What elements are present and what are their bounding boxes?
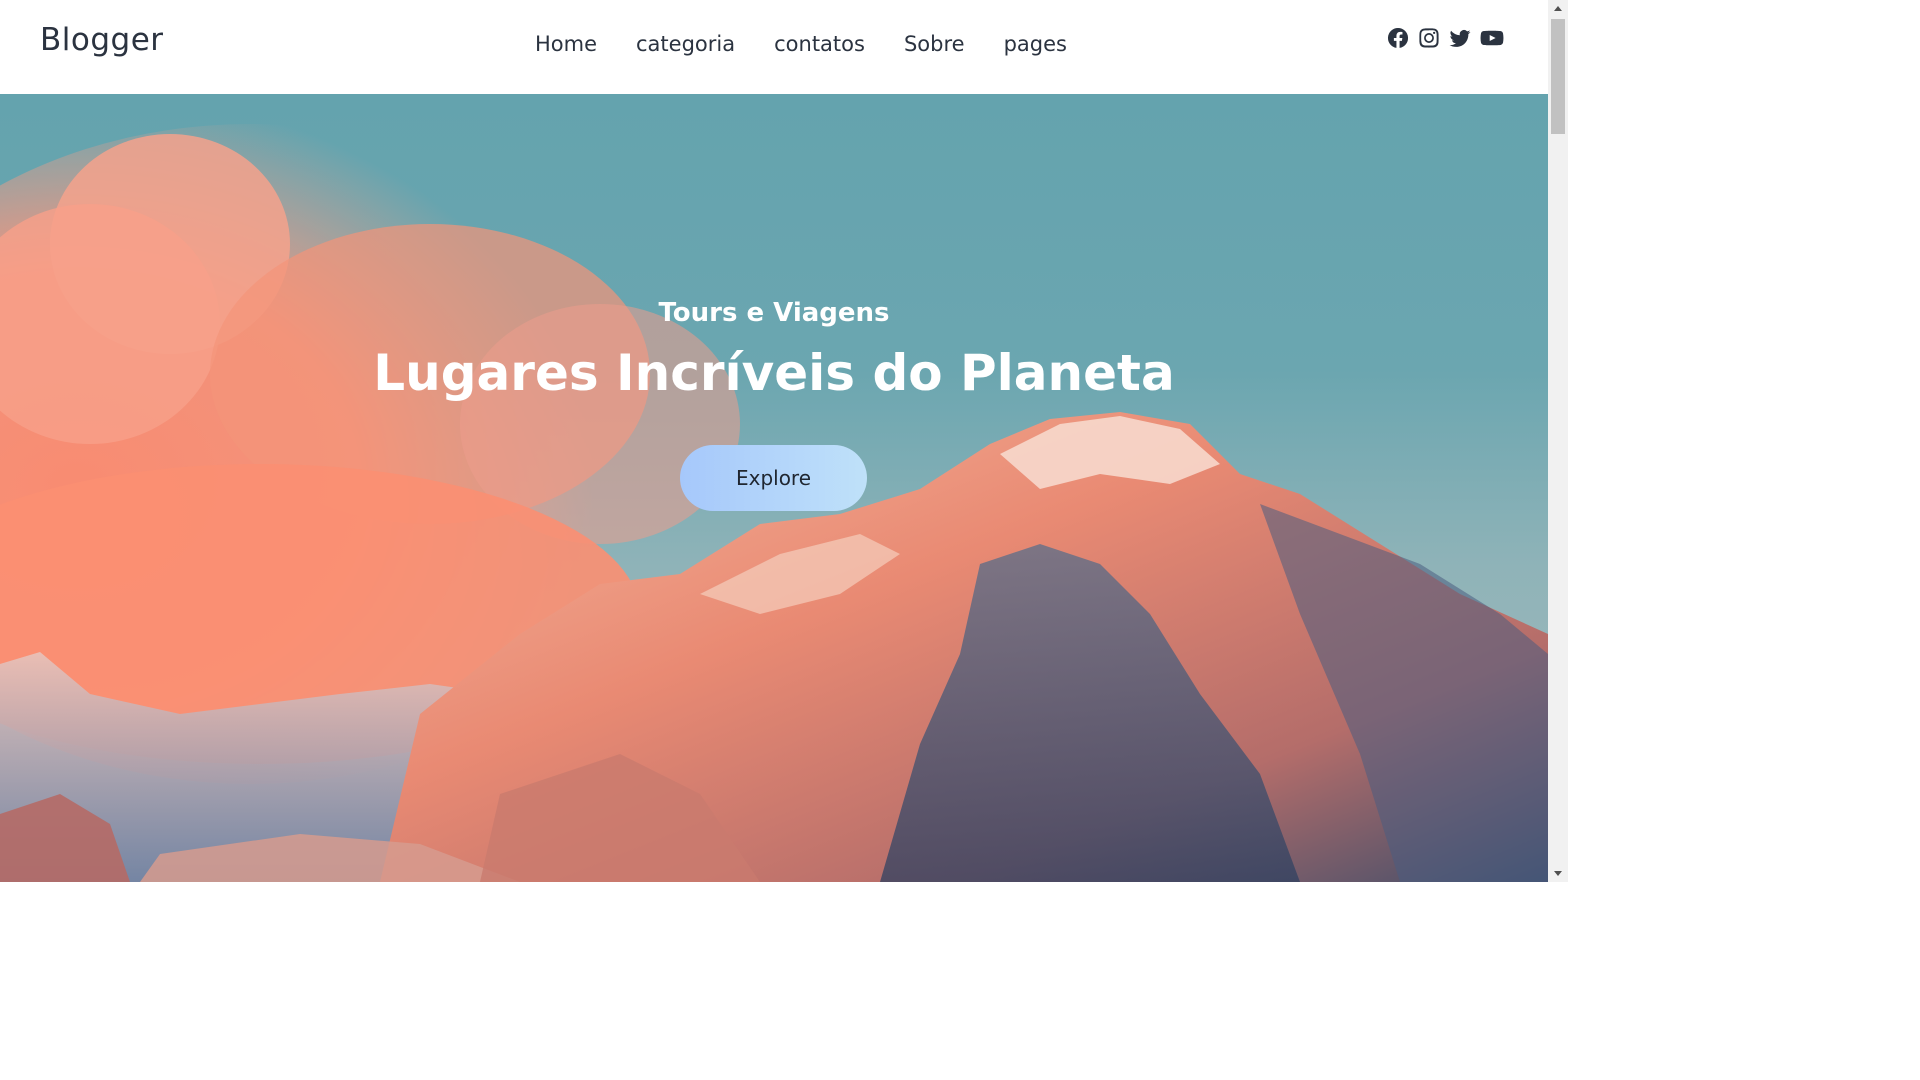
social-links	[1386, 26, 1505, 50]
site-logo[interactable]: Blogger	[40, 22, 164, 58]
page: Blogger Home categoria contatos Sobre pa…	[0, 0, 1548, 882]
nav-item-contatos[interactable]: contatos	[774, 32, 865, 56]
nav-item-categoria[interactable]: categoria	[636, 32, 735, 56]
instagram-icon[interactable]	[1417, 26, 1441, 50]
site-header: Blogger Home categoria contatos Sobre pa…	[0, 0, 1548, 94]
facebook-icon[interactable]	[1386, 26, 1410, 50]
hero-section: Tours e Viagens Lugares Incríveis do Pla…	[0, 94, 1548, 882]
nav-item-home[interactable]: Home	[535, 32, 597, 56]
main-nav: Home categoria contatos Sobre pages	[535, 32, 1067, 56]
nav-item-pages[interactable]: pages	[1004, 32, 1067, 56]
twitter-icon[interactable]	[1448, 26, 1472, 50]
nav-item-sobre[interactable]: Sobre	[904, 32, 965, 56]
scroll-down-arrow-icon[interactable]	[1548, 865, 1568, 882]
vertical-scrollbar[interactable]	[1548, 0, 1568, 882]
hero-subtitle: Tours e Viagens	[658, 298, 890, 328]
scrollbar-thumb[interactable]	[1551, 19, 1565, 134]
youtube-icon[interactable]	[1479, 26, 1505, 50]
scroll-up-arrow-icon[interactable]	[1548, 0, 1568, 17]
explore-button[interactable]: Explore	[680, 445, 867, 511]
hero-title: Lugares Incríveis do Planeta	[373, 344, 1175, 402]
